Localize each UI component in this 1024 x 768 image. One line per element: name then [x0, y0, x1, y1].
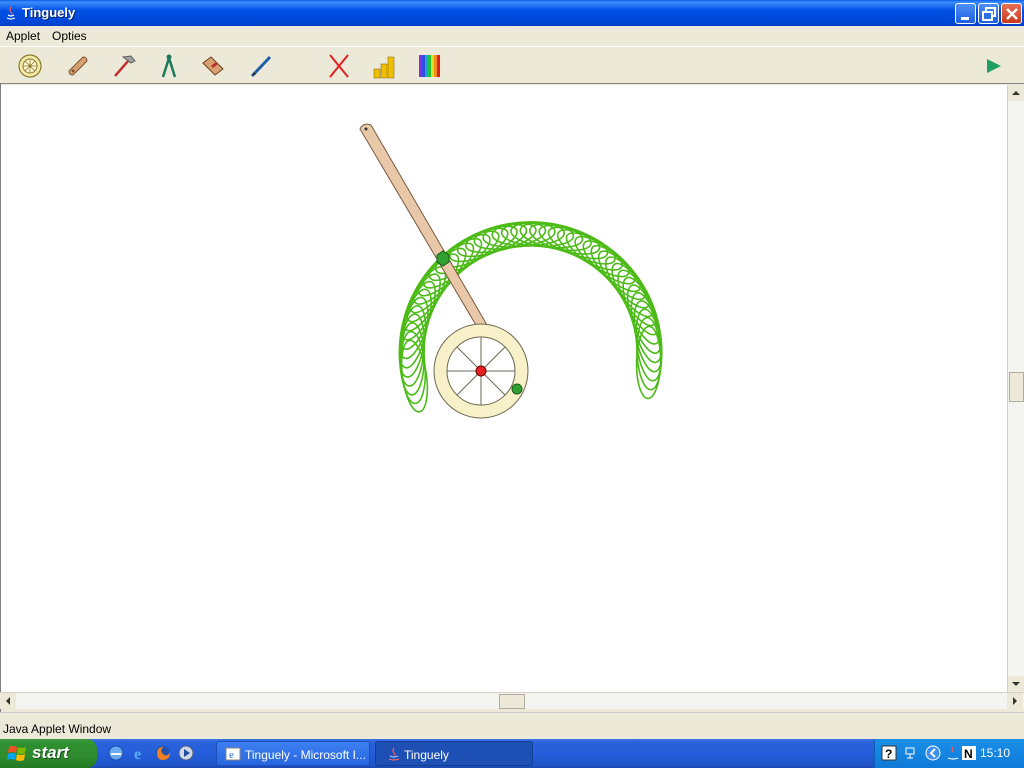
taskbar-item-browser[interactable]: e Tinguely - Microsoft I... — [216, 741, 370, 766]
eraser-icon — [202, 56, 224, 76]
close-icon — [1006, 8, 1018, 20]
n-tray-icon[interactable]: N — [961, 745, 977, 761]
bar-pivot-hole — [364, 127, 368, 131]
close-button[interactable] — [1001, 3, 1022, 24]
vertical-scroll-thumb[interactable] — [1009, 372, 1024, 402]
menu-opties[interactable]: Opties — [52, 28, 87, 44]
title-bar[interactable]: Tinguely — [0, 0, 1024, 26]
restore-button[interactable] — [978, 3, 999, 24]
taskbar: start e e Tinguely - Microsoft I... Ting… — [0, 739, 1024, 768]
status-text: Java Applet Window — [3, 722, 112, 736]
toolbar — [0, 46, 1024, 84]
svg-text:e: e — [134, 746, 141, 762]
tool-hammer[interactable] — [109, 51, 139, 81]
arrow-right-icon — [1013, 697, 1017, 705]
svg-text:e: e — [229, 749, 234, 761]
scroll-left-button[interactable] — [0, 693, 16, 709]
restore-icon — [982, 7, 996, 21]
internet-explorer-icon-2[interactable]: e — [131, 744, 149, 762]
expand-tray-icon[interactable] — [925, 745, 941, 761]
taskbar-item-tinguely[interactable]: Tinguely — [375, 741, 533, 766]
arrow-up-icon — [1012, 91, 1020, 95]
color-palette-icon — [419, 55, 440, 77]
firefox-icon[interactable] — [154, 744, 172, 762]
wheel-axle[interactable] — [475, 365, 487, 377]
java-icon — [6, 6, 16, 20]
scroll-up-button[interactable] — [1008, 85, 1024, 101]
scroll-right-button[interactable] — [1007, 693, 1023, 709]
horizontal-scroll-thumb[interactable] — [499, 694, 525, 709]
menu-bar: Applet Opties — [0, 26, 1024, 46]
start-label: start — [32, 743, 69, 762]
wheel-joint[interactable] — [511, 383, 523, 395]
arrow-left-icon — [6, 697, 10, 705]
clear-icon — [329, 54, 349, 78]
java-icon — [388, 747, 400, 761]
drawing-canvas[interactable] — [1, 85, 1007, 692]
minimize-button[interactable] — [955, 3, 976, 24]
tool-chart[interactable] — [370, 51, 400, 81]
arrow-down-icon — [1012, 682, 1020, 686]
chart-icon — [373, 56, 395, 79]
internet-explorer-icon[interactable] — [107, 744, 125, 762]
horizontal-scrollbar[interactable] — [0, 692, 1024, 709]
vertical-scrollbar[interactable] — [1007, 85, 1024, 692]
hammer-icon — [114, 55, 136, 77]
bar-icon — [68, 56, 88, 76]
applet-status-bar: Java Applet Window — [0, 712, 1024, 739]
wheel-icon — [18, 54, 42, 78]
tool-eraser[interactable] — [197, 51, 227, 81]
clock: 15:10 — [979, 746, 1010, 760]
tool-wheel[interactable] — [15, 51, 45, 81]
machine-drawing — [359, 123, 663, 419]
tool-compass[interactable] — [154, 51, 184, 81]
tool-pen[interactable] — [246, 51, 276, 81]
system-tray: ? N 15:10 — [874, 739, 1024, 768]
pen-icon — [250, 55, 272, 78]
taskbar-item-label: Tinguely - Microsoft I... — [245, 748, 366, 762]
play-icon — [987, 59, 1001, 73]
tool-colors[interactable] — [415, 51, 445, 81]
pen-joint[interactable] — [436, 250, 450, 267]
help-icon[interactable]: ? — [881, 745, 897, 761]
taskbar-item-label: Tinguely — [404, 748, 449, 762]
minimize-icon — [961, 17, 969, 20]
compass-icon — [161, 54, 177, 78]
tool-clear[interactable] — [324, 51, 354, 81]
play-button[interactable] — [978, 51, 1008, 81]
scroll-down-button[interactable] — [1008, 676, 1024, 692]
svg-text:N: N — [964, 747, 973, 761]
browser-icon: e — [225, 747, 241, 761]
start-button[interactable]: start — [0, 739, 97, 768]
menu-applet[interactable]: Applet — [6, 28, 40, 44]
tool-bar[interactable] — [63, 51, 93, 81]
java-tray-icon[interactable] — [945, 745, 961, 761]
window-title: Tinguely — [22, 5, 76, 20]
svg-text:?: ? — [885, 747, 892, 761]
media-player-icon[interactable] — [177, 744, 195, 762]
windows-logo-icon — [7, 746, 26, 761]
network-icon[interactable] — [903, 745, 919, 761]
